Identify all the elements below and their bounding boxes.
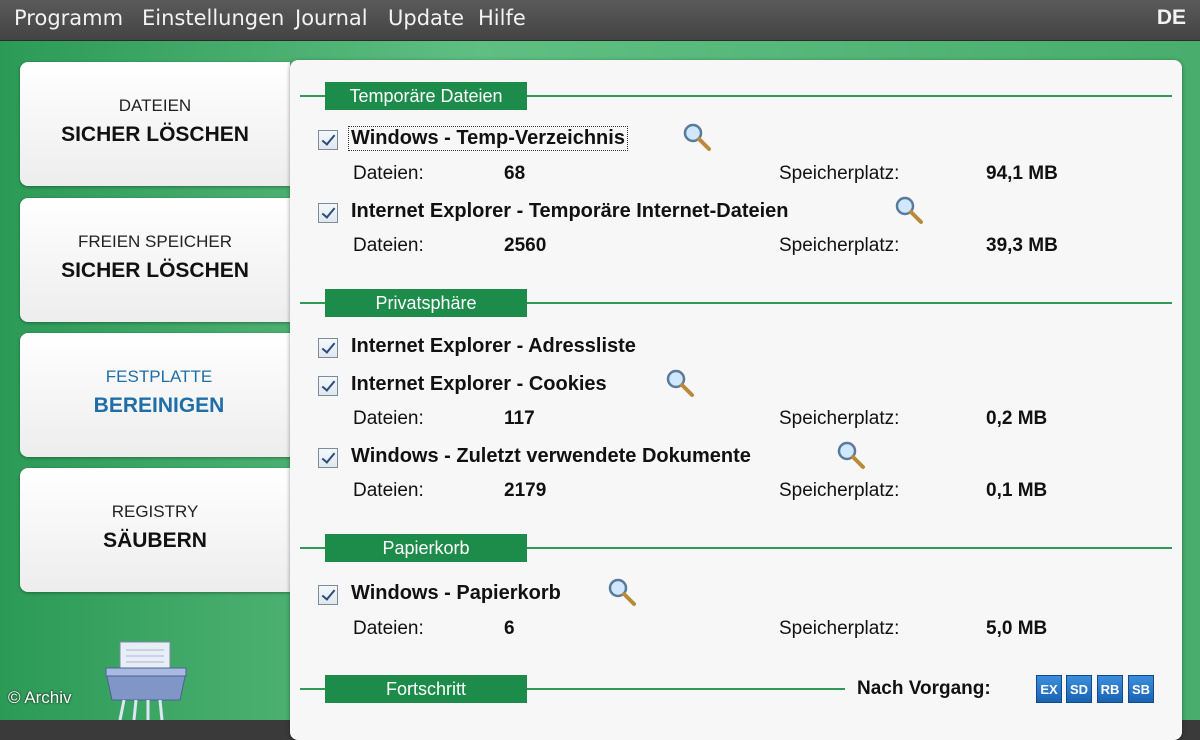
space-value: 94,1 MB (986, 163, 1058, 184)
section-privacy: Privatsphäre (300, 289, 1175, 317)
tab-line1: REGISTRY (111, 502, 199, 521)
checkbox[interactable] (318, 376, 338, 396)
files-label: Dateien: (353, 480, 424, 501)
section-label: Papierkorb (325, 534, 527, 562)
tab-line2: SÄUBERN (103, 529, 207, 552)
files-label: Dateien: (353, 408, 424, 429)
section-temp: Temporäre Dateien (300, 82, 1175, 110)
checkbox[interactable] (318, 130, 338, 150)
item-recent-docs: Windows - Zuletzt verwendete Dokumente (318, 441, 1158, 475)
item-recycle-bin: Windows - Papierkorb (318, 578, 1158, 612)
item-ie-cookies: Internet Explorer - Cookies (318, 369, 1158, 403)
magnifier-icon[interactable] (665, 368, 695, 398)
files-count: 68 (504, 163, 526, 184)
checkbox[interactable] (318, 585, 338, 605)
files-count: 6 (504, 618, 515, 639)
files-label: Dateien: (353, 618, 424, 639)
menu-journal[interactable]: Journal (295, 6, 368, 30)
menu-hilfe[interactable]: Hilfe (478, 6, 526, 30)
checkbox[interactable] (318, 338, 338, 358)
item-title: Internet Explorer - Cookies (351, 373, 607, 395)
item-ie-address: Internet Explorer - Adressliste (318, 335, 1158, 365)
space-label: Speicherplatz: (779, 235, 900, 256)
section-label: Fortschritt (325, 675, 527, 703)
tab-line2: SICHER LÖSCHEN (61, 259, 249, 282)
tab-line1: FESTPLATTE (105, 367, 213, 386)
section-label: Temporäre Dateien (325, 82, 527, 110)
main-panel: Temporäre Dateien Windows - Temp-Verzeic… (290, 60, 1182, 740)
option-ex-button[interactable]: EX (1036, 675, 1062, 703)
menu-bar: Programm Einstellungen Journal Update Hi… (0, 0, 1200, 41)
menu-update[interactable]: Update (388, 6, 464, 30)
item-title: Windows - Papierkorb (351, 582, 561, 604)
item-title: Windows - Temp-Verzeichnis (348, 126, 628, 151)
section-progress: Fortschritt (300, 675, 845, 703)
tab-line1: FREIEN SPEICHER (78, 232, 232, 251)
menu-einstellungen[interactable]: Einstellungen (142, 6, 284, 30)
option-sd-button[interactable]: SD (1066, 675, 1092, 703)
item-ie-temp: Internet Explorer - Temporäre Internet-D… (318, 196, 1158, 230)
space-label: Speicherplatz: (779, 408, 900, 429)
space-label: Speicherplatz: (779, 163, 900, 184)
sidebar-tab-freien-speicher[interactable]: FREIEN SPEICHER SICHER LÖSCHEN (20, 198, 290, 322)
space-value: 0,2 MB (986, 408, 1048, 429)
item-title: Internet Explorer - Adressliste (351, 335, 636, 357)
item-title: Internet Explorer - Temporäre Internet-D… (351, 200, 789, 222)
sidebar-tab-registry[interactable]: REGISTRY SÄUBERN (20, 468, 290, 592)
item-title: Windows - Zuletzt verwendete Dokumente (351, 445, 751, 467)
space-value: 5,0 MB (986, 618, 1048, 639)
magnifier-icon[interactable] (894, 195, 924, 225)
language-selector[interactable]: DE (1157, 6, 1186, 30)
section-label: Privatsphäre (325, 289, 527, 317)
space-label: Speicherplatz: (779, 618, 900, 639)
checkbox[interactable] (318, 448, 338, 468)
files-count: 117 (504, 408, 535, 429)
menu-programm[interactable]: Programm (14, 6, 123, 30)
files-label: Dateien: (353, 163, 424, 184)
option-sb-button[interactable]: SB (1128, 675, 1154, 703)
space-value: 0,1 MB (986, 480, 1048, 501)
magnifier-icon[interactable] (836, 440, 866, 470)
tab-line2: BEREINIGEN (93, 394, 225, 417)
magnifier-icon[interactable] (607, 577, 637, 607)
tab-line2: SICHER LÖSCHEN (61, 123, 249, 146)
files-label: Dateien: (353, 235, 424, 256)
section-recycle: Papierkorb (300, 534, 1175, 562)
sidebar-tab-dateien[interactable]: DATEIEN SICHER LÖSCHEN (20, 62, 290, 186)
watermark: © Archiv (8, 688, 72, 707)
space-value: 39,3 MB (986, 235, 1058, 256)
tab-line1: DATEIEN (118, 96, 192, 115)
checkbox[interactable] (318, 203, 338, 223)
option-rb-button[interactable]: RB (1097, 675, 1123, 703)
sidebar-tab-festplatte[interactable]: FESTPLATTE BEREINIGEN (20, 333, 298, 457)
space-label: Speicherplatz: (779, 480, 900, 501)
after-operation-label: Nach Vorgang: (857, 678, 991, 699)
shredder-icon (105, 641, 187, 720)
item-windows-temp: Windows - Temp-Verzeichnis (318, 123, 1158, 157)
magnifier-icon[interactable] (682, 122, 712, 152)
files-count: 2179 (504, 480, 547, 501)
files-count: 2560 (504, 235, 547, 256)
